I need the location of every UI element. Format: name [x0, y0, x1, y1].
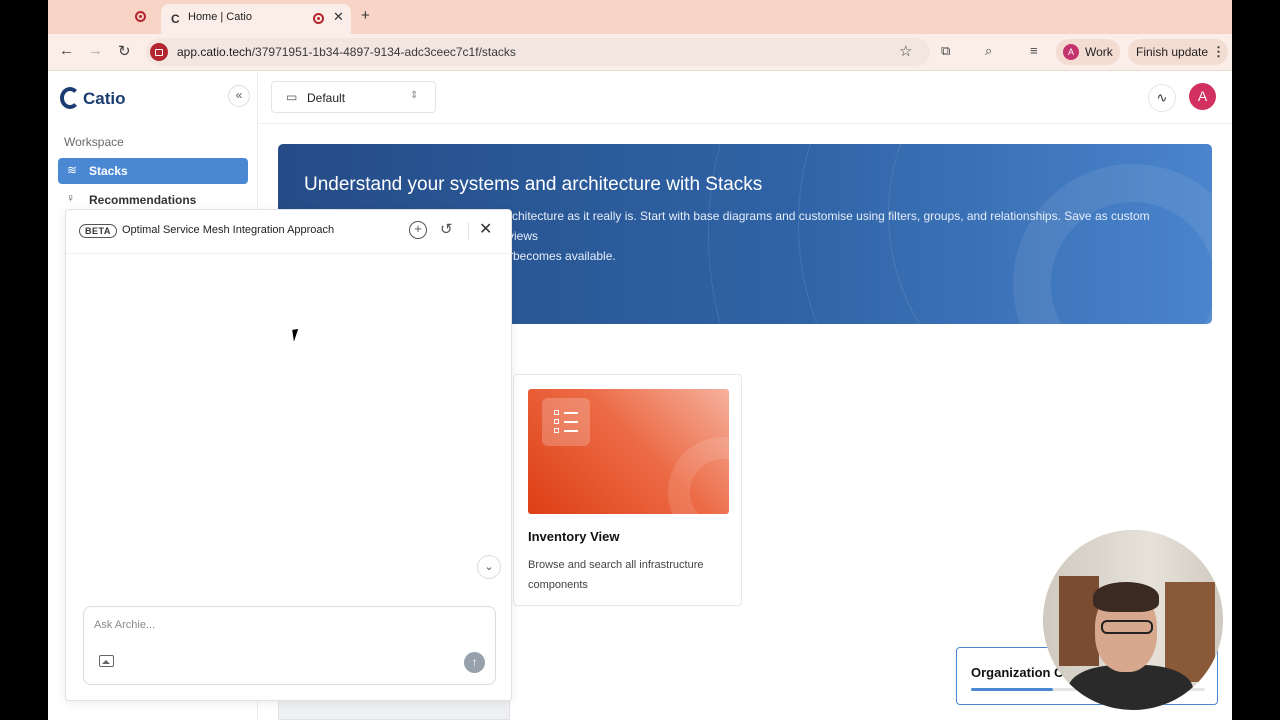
- recording-indicator-icon: [313, 13, 324, 24]
- browser-window: C Home | Catio ✕ + ← → ↻ app.catio.tech/…: [48, 0, 1232, 720]
- sidebar-item-recommendations[interactable]: ♀ Recommendations: [58, 189, 248, 211]
- finish-update-label: Finish update: [1136, 45, 1209, 59]
- new-tab-button[interactable]: +: [361, 7, 370, 24]
- card-title: Inventory View: [528, 529, 620, 544]
- sidebar-item-label: Recommendations: [89, 193, 197, 207]
- new-chat-plus-icon[interactable]: +: [409, 221, 427, 239]
- activity-button[interactable]: ∿: [1148, 84, 1176, 112]
- bookmark-star-icon[interactable]: ☆: [899, 42, 912, 60]
- chat-title: Optimal Service Mesh Integration Approac…: [122, 224, 335, 236]
- url-host: app.catio.tech: [177, 45, 252, 59]
- url-bar[interactable]: app.catio.tech/37971951-1b34-4897-9134-a…: [146, 38, 930, 66]
- forward-arrow-icon[interactable]: →: [88, 42, 103, 59]
- chat-header: BETA Optimal Service Mesh Integration Ap…: [66, 210, 513, 254]
- webcam-overlay: [1043, 530, 1223, 710]
- recording-tab-icon[interactable]: [135, 11, 146, 22]
- beta-badge: BETA: [79, 224, 117, 238]
- reload-icon[interactable]: ↻: [118, 42, 131, 60]
- activity-pulse-icon: ∿: [1156, 90, 1168, 105]
- chat-composer: ↑: [83, 606, 496, 685]
- sidebar-item-stacks[interactable]: ≋ Stacks: [58, 158, 248, 184]
- briefcase-icon: ▭: [286, 90, 298, 104]
- profile-chip[interactable]: A Work: [1056, 39, 1120, 65]
- stack-selector-value: Default: [307, 91, 346, 105]
- main-topbar: ▭ Default ⇕ ∿ A: [258, 72, 1232, 124]
- lightbulb-icon: ♀: [66, 191, 75, 205]
- workspace-section-label: Workspace: [64, 135, 124, 149]
- search-tab-icon[interactable]: ⌕: [985, 43, 992, 59]
- send-button[interactable]: ↑: [464, 652, 485, 673]
- close-chat-icon[interactable]: ✕: [479, 219, 492, 239]
- address-bar-row: ← → ↻ app.catio.tech/37971951-1b34-4897-…: [48, 34, 1232, 71]
- card-description: Browse and search all infrastructure com…: [528, 559, 704, 591]
- collapse-sidebar-button[interactable]: «: [228, 85, 250, 107]
- catio-logo-icon: [60, 87, 80, 109]
- media-queue-icon[interactable]: ≡: [1030, 43, 1038, 58]
- tab-close-icon[interactable]: ✕: [333, 9, 344, 25]
- stack-selector[interactable]: ▭ Default ⇕: [271, 81, 436, 113]
- more-vert-icon[interactable]: ⋮: [1212, 44, 1225, 60]
- list-icon: [542, 398, 590, 446]
- chevron-down-icon: ⌄: [484, 561, 494, 573]
- inventory-thumbnail: [528, 389, 729, 514]
- history-icon[interactable]: ↺: [440, 220, 453, 238]
- url-text[interactable]: app.catio.tech/37971951-1b34-4897-9134-a…: [177, 45, 516, 59]
- brand-name: Catio: [83, 89, 126, 108]
- profile-avatar: A: [1063, 44, 1079, 60]
- archie-chat-panel: BETA Optimal Service Mesh Integration Ap…: [65, 209, 513, 701]
- tab-active[interactable]: C Home | Catio ✕: [161, 4, 351, 34]
- catio-favicon-icon: C: [171, 12, 180, 26]
- user-avatar[interactable]: A: [1189, 83, 1216, 110]
- tab-bar: C Home | Catio ✕ +: [48, 0, 1232, 34]
- tab-title: Home | Catio: [188, 11, 252, 23]
- header-divider: [468, 222, 469, 240]
- extensions-puzzle-icon[interactable]: ⧉: [941, 43, 950, 59]
- stack-diagram-thumbnail[interactable]: [278, 700, 510, 720]
- inventory-view-card[interactable]: Inventory View Browse and search all inf…: [513, 374, 742, 606]
- scroll-down-button[interactable]: ⌄: [477, 555, 501, 579]
- sidebar-item-label: Stacks: [89, 164, 128, 178]
- url-path: /37971951-1b34-4897-9134-adc3ceec7c1f/st…: [251, 45, 516, 59]
- chevron-updown-icon: ⇕: [410, 90, 419, 101]
- attach-image-icon[interactable]: [99, 655, 114, 667]
- layers-icon: ≋: [67, 163, 78, 177]
- camera-site-icon[interactable]: [150, 43, 168, 61]
- finish-update-button[interactable]: Finish update ⋮: [1128, 39, 1228, 65]
- ask-archie-input[interactable]: [94, 619, 484, 631]
- hero-title: Understand your systems and architecture…: [304, 174, 763, 195]
- profile-label: Work: [1085, 45, 1113, 59]
- decorative-catio-mark: [668, 437, 729, 514]
- back-arrow-icon[interactable]: ←: [59, 42, 74, 59]
- mouse-cursor: [292, 328, 306, 342]
- organization-progress-fill: [971, 688, 1053, 691]
